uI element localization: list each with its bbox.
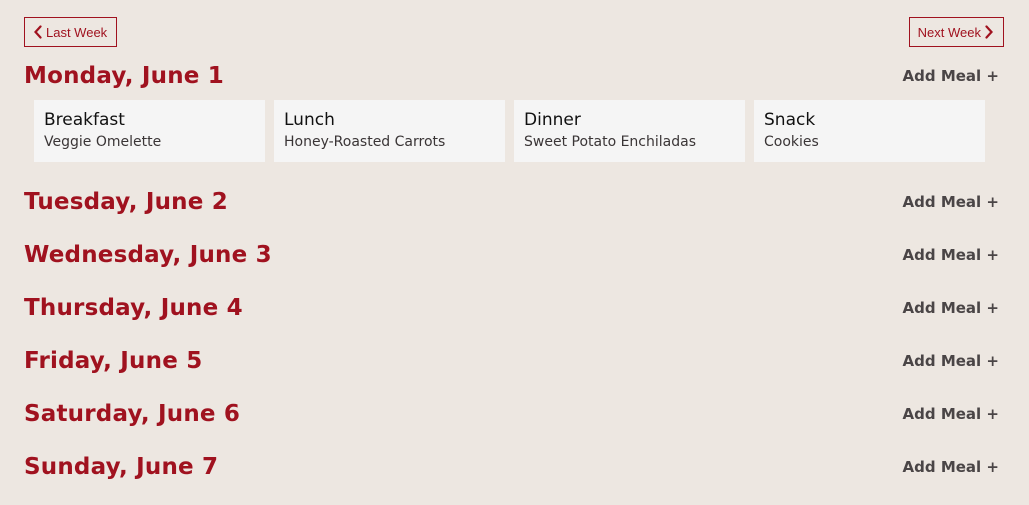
add-meal-button[interactable]: Add Meal + (903, 299, 1004, 317)
day-section-tuesday: Tuesday, June 2 Add Meal + (24, 175, 1004, 228)
day-section-sunday: Sunday, June 7 Add Meal + (24, 440, 1004, 493)
chevron-right-icon (984, 25, 994, 39)
meal-name: Sweet Potato Enchiladas (524, 134, 696, 150)
meal-type: Lunch (284, 110, 335, 130)
day-title: Sunday, June 7 (24, 453, 219, 480)
day-header: Monday, June 1 Add Meal + (24, 60, 1004, 92)
day-section-wednesday: Wednesday, June 3 Add Meal + (24, 228, 1004, 281)
add-meal-button[interactable]: Add Meal + (903, 405, 1004, 423)
last-week-button[interactable]: Last Week (24, 17, 118, 47)
meal-name: Cookies (764, 134, 819, 150)
last-week-label: Last Week (46, 24, 108, 40)
day-title: Saturday, June 6 (24, 400, 241, 427)
day-title: Thursday, June 4 (24, 294, 243, 321)
add-meal-button[interactable]: Add Meal + (903, 458, 1004, 476)
next-week-label: Next Week (917, 24, 981, 40)
meal-card-snack[interactable]: Snack Cookies (754, 100, 985, 162)
meal-card-breakfast[interactable]: Breakfast Veggie Omelette (34, 100, 265, 162)
day-title: Monday, June 1 (24, 63, 225, 89)
meal-type: Breakfast (44, 110, 125, 130)
meal-list: Breakfast Veggie Omelette Lunch Honey-Ro… (24, 100, 1004, 162)
day-header: Thursday, June 4 Add Meal + (24, 281, 1004, 334)
add-meal-button[interactable]: Add Meal + (903, 246, 1004, 264)
day-header: Friday, June 5 Add Meal + (24, 334, 1004, 387)
meal-type: Snack (764, 110, 816, 130)
meal-type: Dinner (524, 110, 581, 130)
add-meal-button[interactable]: Add Meal + (903, 352, 1004, 370)
day-section-thursday: Thursday, June 4 Add Meal + (24, 281, 1004, 334)
meal-name: Honey-Roasted Carrots (284, 134, 446, 150)
day-header: Wednesday, June 3 Add Meal + (24, 228, 1004, 281)
day-title: Wednesday, June 3 (24, 241, 272, 268)
day-title: Tuesday, June 2 (24, 188, 228, 215)
meal-name: Veggie Omelette (44, 134, 162, 150)
day-section-friday: Friday, June 5 Add Meal + (24, 334, 1004, 387)
day-header: Tuesday, June 2 Add Meal + (24, 175, 1004, 228)
meal-card-lunch[interactable]: Lunch Honey-Roasted Carrots (274, 100, 505, 162)
day-header: Sunday, June 7 Add Meal + (24, 440, 1004, 493)
next-week-button[interactable]: Next Week (908, 17, 1004, 47)
week-navigation: Last Week Next Week (24, 17, 1004, 47)
meal-card-dinner[interactable]: Dinner Sweet Potato Enchiladas (514, 100, 745, 162)
day-title: Friday, June 5 (24, 347, 203, 374)
day-section-saturday: Saturday, June 6 Add Meal + (24, 387, 1004, 440)
chevron-left-icon (33, 25, 43, 39)
add-meal-button[interactable]: Add Meal + (903, 67, 1004, 85)
day-header: Saturday, June 6 Add Meal + (24, 387, 1004, 440)
add-meal-button[interactable]: Add Meal + (903, 193, 1004, 211)
meal-planner-page: Last Week Next Week Monday, June 1 Add M… (0, 0, 1029, 505)
day-section-monday: Monday, June 1 Add Meal + Breakfast Vegg… (24, 60, 1004, 162)
